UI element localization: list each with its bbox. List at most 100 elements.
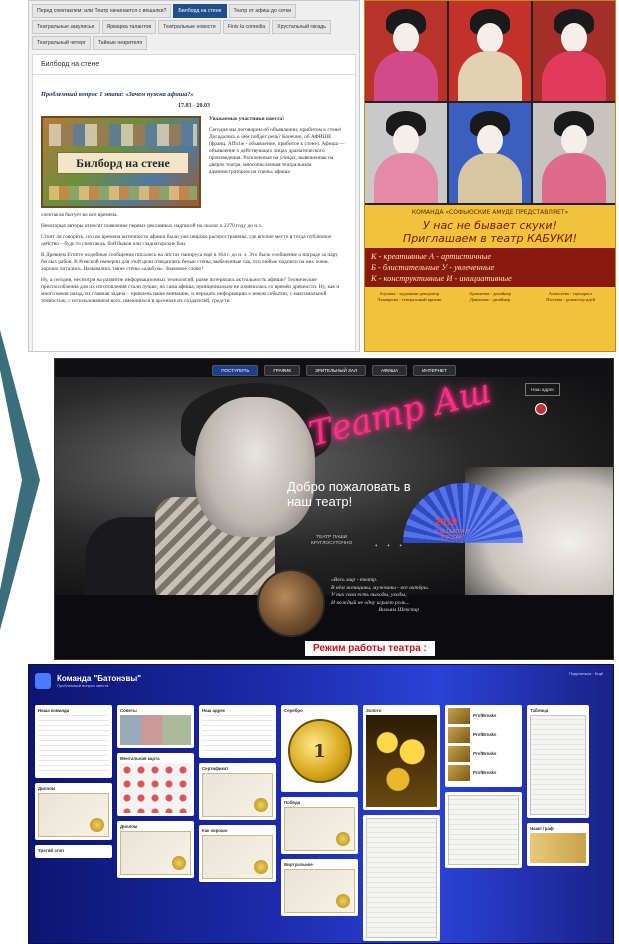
seal-icon: [90, 818, 104, 832]
page-title: Билборд на стене: [32, 54, 356, 75]
board-card[interactable]: Как хорошо: [199, 825, 276, 882]
problem-question: Проблемный вопрос 1 этапа: «Зачем нужна …: [41, 91, 194, 98]
board-card[interactable]: Ментальная карта: [117, 753, 194, 816]
board-column: Золото: [363, 705, 440, 941]
board-actions[interactable]: Поделиться · Ещё: [569, 671, 603, 676]
tab-crystal-nail[interactable]: Хрустальный гвоздь: [272, 20, 331, 34]
board-card[interactable]: Наша команда: [35, 705, 112, 778]
card-title: Диплом: [120, 824, 138, 829]
year-caption: ГОД ТЕАТРА В РОССИИ: [434, 529, 470, 541]
quote-author: Вильям Шекспир: [378, 607, 420, 614]
tab-before-show[interactable]: Перед спектаклем: или Театр начинается с…: [32, 4, 172, 18]
role-item: Полтава - режиссер идей: [546, 297, 596, 302]
opening-hours-button[interactable]: Режим работы театра :: [305, 641, 435, 656]
tab-bar: Перед спектаклем: или Театр начинается с…: [29, 1, 359, 50]
welcome-text: Добро пожаловать в наш театр!: [287, 479, 411, 509]
dates: 17.03 - 20.03: [178, 103, 210, 109]
board-card[interactable]: Таблица: [527, 705, 589, 818]
role-item: Эльвирова - театральный критик: [377, 297, 442, 302]
spreadsheet-preview: [366, 818, 437, 938]
card-title: Виртуальное: [284, 862, 313, 867]
nav-item-posters[interactable]: АФИША: [372, 365, 408, 376]
board-columns: Наша команда Диплом Третий этап Советы М…: [35, 705, 589, 941]
padlet-board: Команда "Батонэвы" Проблемный вопрос кве…: [28, 664, 614, 944]
record-icon[interactable]: [535, 403, 547, 415]
slogan: Приглашаем в театр КАБУКИ!: [402, 232, 578, 245]
board-card[interactable]: Наше граф: [527, 823, 589, 866]
team-line: КОМАНДА «СОФЬЮСКИЕ АМУДЕ ПРЕДСТАВЛЯЕТ»: [411, 209, 569, 216]
board-card[interactable]: Диплом: [117, 821, 194, 878]
card-title: Советы: [120, 708, 137, 713]
shakespeare-quote: «Весь мир - театр. В нём женщины, мужчин…: [331, 577, 429, 615]
board-card[interactable]: Диплом: [35, 783, 112, 840]
card-title: Третий этап: [38, 848, 64, 853]
tab-thursday[interactable]: Театральный четерг: [32, 36, 91, 50]
chevron-right-icon: [0, 330, 40, 630]
tab-talent-fair[interactable]: Ярмарка талантов: [101, 20, 157, 34]
welcome-line: Добро пожаловать в: [287, 479, 411, 494]
tab-backstage[interactable]: Театральные закулисье: [32, 20, 100, 34]
board-header: Команда "Батонэвы" Проблемный вопрос кве…: [35, 673, 141, 689]
card-title: Наша команда: [38, 708, 70, 713]
acronym-line: Б - блистательные У - увлеченные: [371, 263, 495, 272]
tab-news[interactable]: Театральные новости: [158, 20, 221, 34]
board-card[interactable]: Виртуальное: [281, 859, 358, 916]
paragraph: Ну, а сегодня, несмотря на развитие инфо…: [41, 277, 340, 304]
board-column: Серебро 1 Победа Виртуальное: [281, 705, 358, 941]
nav-item-schedule[interactable]: ГРАФИК: [264, 365, 301, 376]
board-card[interactable]: ProfBreaks ProfBreaks ProfBreaks ProfBre…: [445, 705, 522, 787]
actor-photo: [449, 103, 531, 203]
quote-line: И каждый не одну играет роль...: [331, 599, 410, 606]
board-card[interactable]: Третий этап: [35, 845, 112, 858]
paragraph: спектакля бытует во все времена.: [41, 212, 118, 218]
roles-list: Азухова - художник-декоратор Аракчеева -…: [365, 287, 615, 307]
carousel-dots[interactable]: • • •: [375, 542, 406, 550]
board-card[interactable]: Наш адрес: [199, 705, 276, 758]
board-logo-icon: [35, 673, 51, 689]
tab-posters[interactable]: Театр от афиш до сетки: [228, 4, 297, 18]
board-card[interactable]: Золото: [363, 705, 440, 810]
tab-finis[interactable]: Finis la comedia: [222, 20, 271, 34]
tab-billboard[interactable]: Билборд на стене: [173, 4, 227, 18]
address-button[interactable]: Наш адрес: [525, 383, 561, 396]
board-column: Таблица Наше граф: [527, 705, 589, 941]
tab-secret[interactable]: Тайные незрителя: [92, 36, 148, 50]
role-item: Данилова - дизайнер: [469, 297, 511, 302]
board-card[interactable]: Серебро 1: [281, 705, 358, 792]
welcome-line: наш театр!: [287, 494, 353, 509]
board-card[interactable]: Победа: [281, 797, 358, 854]
tagline: ТЕАТР ПАШИ КРУГЛОСУТОЧНО: [311, 535, 352, 547]
card-title: ProfBreaks: [473, 750, 497, 756]
board-card[interactable]: Сертификат: [199, 763, 276, 820]
card-title: Наш адрес: [202, 708, 226, 713]
acronym-line: К - креативные А - артистичные: [371, 252, 492, 261]
theatre-site-screenshot: ПОСТУПИТЬ ГРАФИК ЗРИТЕЛЬНЫЙ ЗАЛ АФИША ИН…: [54, 358, 614, 660]
nav-item-internet[interactable]: ИНТЕРНЕТ: [413, 365, 456, 376]
paragraph: В Древнем Египте подобные сообщения писа…: [41, 252, 338, 272]
actor-photo: [533, 103, 615, 203]
actor-photo: [365, 1, 447, 101]
board-subtitle: Проблемный вопрос квеста: [57, 683, 109, 688]
photo-grid: [365, 1, 615, 205]
billboard-caption: Билборд на стене: [57, 152, 189, 174]
card-title: Диплом: [38, 786, 56, 791]
slogan: У нас не бывает скуки!: [423, 219, 557, 232]
board-card[interactable]: [363, 815, 440, 941]
card-title: ProfBreaks: [473, 769, 497, 775]
board-card[interactable]: [445, 792, 522, 868]
card-title: ProfBreaks: [473, 712, 497, 718]
board-column: Советы Ментальная карта Диплом: [117, 705, 194, 941]
acronym-block: К - креативные А - артистичные Б - блист…: [365, 248, 615, 287]
seal-icon: [254, 860, 268, 874]
troupe-photo: [257, 569, 325, 637]
board-column: Наша команда Диплом Третий этап: [35, 705, 112, 941]
nav-item-enter[interactable]: ПОСТУПИТЬ: [212, 365, 259, 376]
card-title: ProfBreaks: [473, 731, 497, 737]
board-card[interactable]: Советы: [117, 705, 194, 748]
board-column: Наш адрес Сертификат Как хорошо: [199, 705, 276, 941]
seal-icon: [336, 832, 350, 846]
nav-item-hall[interactable]: ЗРИТЕЛЬНЫЙ ЗАЛ: [306, 365, 367, 376]
intro-text: Сегодня мы поговорим об объявлении, приб…: [209, 127, 345, 175]
card-title: Сертификат: [202, 766, 229, 771]
card-title: Серебро: [284, 708, 303, 713]
